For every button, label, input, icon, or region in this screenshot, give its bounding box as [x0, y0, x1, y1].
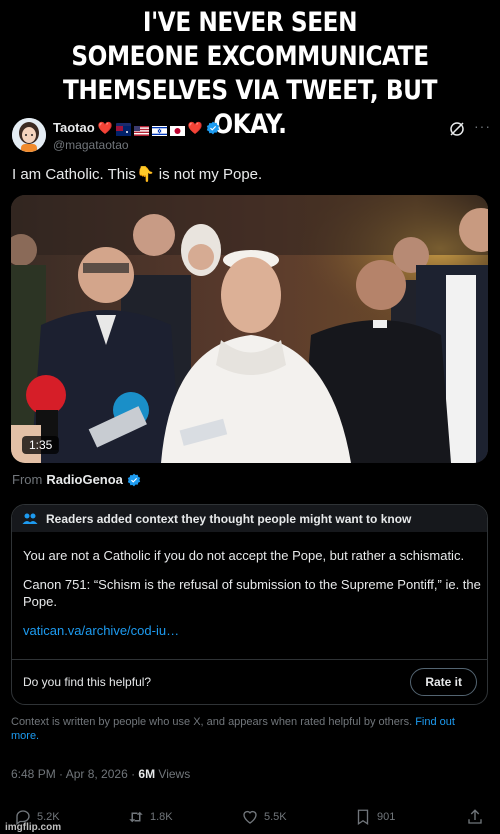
context-footer: Context is written by people who use X, … — [11, 715, 481, 743]
source-verified-icon — [127, 473, 141, 486]
tweet-text-end: is not my Pope. — [154, 166, 263, 183]
tweet-text: I am Catholic. This👇 is not my Pope. — [12, 165, 262, 183]
bookmark-button[interactable]: 901 — [354, 808, 395, 826]
avatar[interactable] — [12, 118, 46, 152]
video-duration: 1:35 — [22, 436, 60, 454]
note-paragraph-2: Canon 751: “Schism is the refusal of sub… — [23, 577, 481, 609]
verified-badge-icon — [206, 121, 219, 134]
repost-count: 1.8K — [150, 811, 173, 823]
tweet-timestamp[interactable]: 6:48 PM · Apr 8, 2026 · — [11, 767, 138, 781]
pointing-down-emoji: 👇 — [135, 166, 155, 183]
bookmark-count: 901 — [377, 811, 396, 823]
share-icon — [468, 809, 482, 824]
video-player[interactable] — [11, 195, 488, 463]
bookmark-icon — [357, 809, 369, 826]
context-footer-text: Context is written by people who use X, … — [11, 716, 413, 728]
like-count: 5.5K — [264, 811, 287, 823]
action-bar: 5.2K 1.8K 5.5K 901 — [0, 808, 500, 830]
community-note-header: Readers added context they thought peopl… — [12, 505, 487, 532]
rate-it-button[interactable]: Rate it — [410, 668, 477, 696]
video-frame — [11, 195, 488, 463]
source-prefix: From — [12, 472, 43, 487]
community-note-body: You are not a Catholic if you do not acc… — [23, 547, 481, 651]
helpful-question: Do you find this helpful? — [23, 675, 152, 689]
caption-line-2: SOMEONE EXCOMMUNICATE — [71, 41, 429, 72]
imgflip-watermark: imgflip.com — [5, 822, 62, 833]
author-name[interactable]: Taotao — [53, 120, 95, 135]
japan-flag-icon — [169, 123, 185, 136]
note-paragraph-1: You are not a Catholic if you do not acc… — [23, 548, 465, 563]
australia-flag-icon — [115, 122, 131, 136]
caption-line-1: I'VE NEVER SEEN — [142, 7, 358, 38]
tweet-text-start: I am Catholic. This — [12, 166, 136, 183]
author-line: Taotao ❤️ ❤️ — [53, 120, 220, 136]
heart-icon — [243, 810, 257, 824]
israel-flag-icon — [151, 123, 167, 136]
community-note: Readers added context they thought peopl… — [11, 504, 488, 705]
people-icon — [22, 513, 38, 524]
red-heart-emoji-2: ❤️ — [187, 120, 203, 135]
share-button[interactable] — [466, 808, 484, 826]
note-divider — [12, 659, 487, 660]
tweet-meta: 6:48 PM · Apr 8, 2026 · 6M Views — [11, 767, 190, 781]
avatar-illustration — [12, 118, 46, 152]
source-line: From RadioGenoa — [12, 472, 141, 487]
usa-flag-icon — [133, 123, 149, 136]
repost-icon — [129, 811, 143, 823]
like-button[interactable]: 5.5K — [241, 808, 287, 826]
more-options-icon[interactable]: ··· — [474, 118, 491, 134]
note-source-link[interactable]: vatican.va/archive/cod-iu… — [23, 622, 481, 639]
author-handle[interactable]: @magataotao — [53, 138, 129, 152]
repost-button[interactable]: 1.8K — [127, 808, 173, 826]
red-heart-emoji: ❤️ — [97, 120, 113, 135]
community-note-title: Readers added context they thought peopl… — [46, 511, 412, 526]
view-count: 6M — [138, 767, 156, 781]
source-name[interactable]: RadioGenoa — [46, 472, 123, 487]
grok-icon[interactable] — [449, 121, 465, 137]
views-label: Views — [155, 767, 191, 781]
